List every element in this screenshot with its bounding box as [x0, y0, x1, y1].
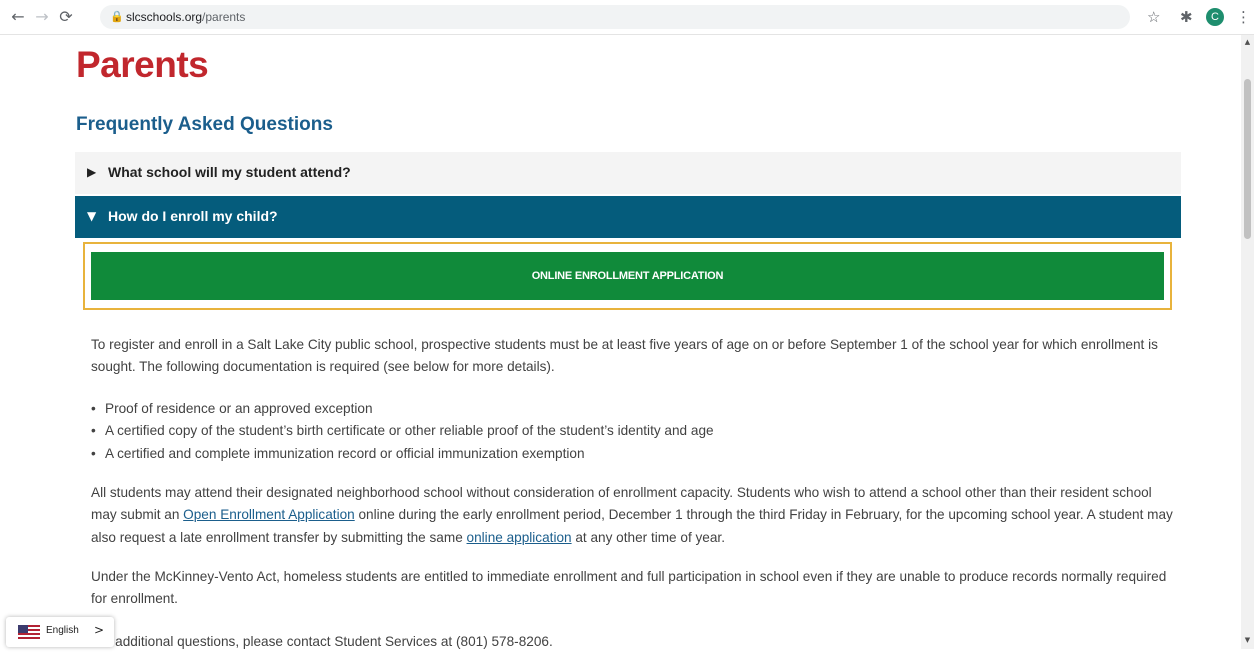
online-enrollment-button[interactable]: ONLINE ENROLLMENT APPLICATION	[91, 252, 1164, 300]
page-title: Parents	[76, 44, 209, 85]
list-item: A certified copy of the student’s birth …	[91, 420, 714, 443]
faq-heading: Frequently Asked Questions	[76, 114, 333, 135]
scroll-up-icon[interactable]: ▲	[1244, 38, 1251, 46]
browser-toolbar: ← → ⟳ 🔒 slcschools.org/parents ☆ ✱ C ⋮	[0, 0, 1254, 35]
caret-right-icon: ▶	[87, 165, 97, 179]
page-scrollbar[interactable]: ▲ ▼	[1241, 35, 1254, 649]
bookmark-star-icon[interactable]: ☆	[1147, 8, 1160, 26]
language-label: English	[46, 625, 79, 636]
url-path: /parents	[202, 10, 246, 24]
url-text[interactable]: slcschools.org/parents	[126, 10, 245, 24]
scroll-thumb[interactable]	[1244, 79, 1251, 239]
language-selector[interactable]: English >	[6, 617, 114, 647]
faq-item-enroll[interactable]: ▼ How do I enroll my child?	[75, 196, 1181, 238]
enroll-button-focus-ring: ONLINE ENROLLMENT APPLICATION	[83, 242, 1172, 310]
faq-item-school[interactable]: ▶ What school will my student attend?	[75, 152, 1181, 194]
text-span: at any other time of year.	[571, 529, 725, 545]
requirements-list: Proof of residence or an approved except…	[91, 398, 714, 466]
profile-avatar[interactable]: C	[1206, 8, 1224, 26]
list-item: A certified and complete immunization re…	[91, 443, 714, 466]
contact-paragraph: For additional questions, please contact…	[91, 634, 553, 649]
open-enrollment-paragraph: All students may attend their designated…	[91, 482, 1181, 549]
lock-icon: 🔒	[110, 10, 124, 23]
online-application-link[interactable]: online application	[467, 530, 572, 545]
address-bar[interactable]: 🔒 slcschools.org/parents	[100, 5, 1130, 29]
extensions-icon[interactable]: ✱	[1180, 8, 1193, 26]
enroll-intro: To register and enroll in a Salt Lake Ci…	[91, 337, 1158, 375]
url-host: slcschools.org	[126, 10, 203, 24]
chevron-right-icon: >	[94, 623, 105, 637]
scroll-down-icon[interactable]: ▼	[1244, 636, 1251, 644]
forward-icon[interactable]: →	[32, 7, 52, 27]
faq-question: How do I enroll my child?	[108, 208, 278, 224]
browser-menu-icon[interactable]: ⋮	[1236, 8, 1251, 26]
back-icon[interactable]: ←	[8, 7, 28, 27]
faq-answer: To register and enroll in a Salt Lake Ci…	[91, 334, 1181, 649]
caret-down-icon: ▼	[87, 209, 97, 223]
mckinney-vento-paragraph: Under the McKinney-Vento Act, homeless s…	[91, 569, 1167, 607]
reload-icon[interactable]: ⟳	[56, 7, 76, 27]
us-flag-icon	[18, 625, 40, 639]
faq-question: What school will my student attend?	[108, 164, 351, 180]
open-enrollment-link[interactable]: Open Enrollment Application	[183, 507, 355, 522]
list-item: Proof of residence or an approved except…	[91, 398, 714, 421]
